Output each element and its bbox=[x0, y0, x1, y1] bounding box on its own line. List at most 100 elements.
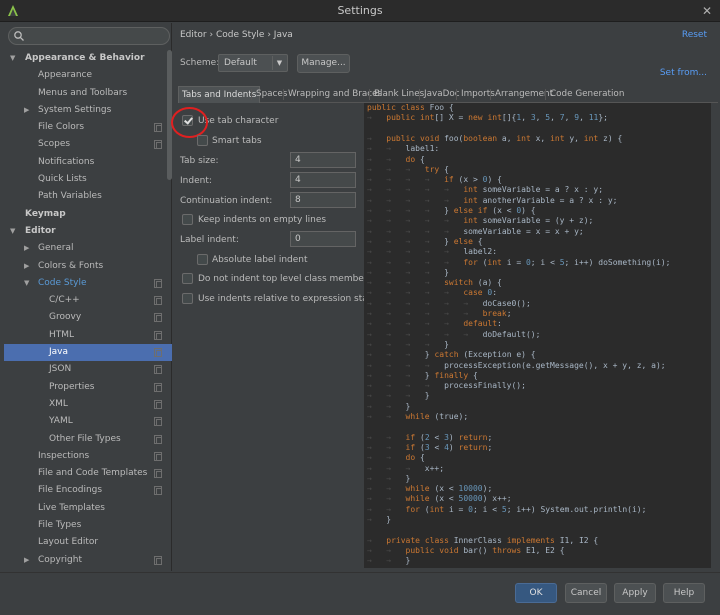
code-line: → → → → → int someVariable = (y + z); bbox=[367, 216, 594, 226]
sidebar-item[interactable]: Java bbox=[4, 344, 172, 362]
sidebar-item[interactable]: File Colors bbox=[4, 119, 172, 136]
sidebar-item[interactable]: Keymap bbox=[4, 206, 172, 223]
sidebar-item[interactable]: Quick Lists bbox=[4, 171, 172, 188]
sidebar-item[interactable]: Menus and Toolbars bbox=[4, 85, 172, 102]
sidebar-item[interactable]: ▶ Copyright bbox=[4, 552, 172, 569]
project-scope-icon bbox=[154, 348, 162, 358]
no-indent-top-level-checkbox[interactable] bbox=[182, 273, 193, 284]
expand-arrow-icon[interactable]: ▼ bbox=[24, 275, 32, 292]
sidebar-item[interactable]: ▼ Code Style bbox=[4, 275, 172, 292]
sidebar-item-label: Java bbox=[49, 347, 69, 358]
code-line: → → → → → label2: bbox=[367, 247, 498, 257]
sidebar-item[interactable]: Groovy bbox=[4, 309, 172, 326]
collapse-arrow-icon[interactable]: ▶ bbox=[24, 240, 32, 257]
continuation-indent-label: Continuation indent: bbox=[180, 196, 273, 206]
close-icon[interactable]: ✕ bbox=[699, 3, 715, 19]
code-line: → → → → if (x > 0) { bbox=[367, 175, 502, 185]
project-scope-icon bbox=[154, 296, 162, 306]
cancel-button[interactable]: Cancel bbox=[565, 583, 607, 603]
indents-relative-checkbox[interactable] bbox=[182, 293, 193, 304]
indents-relative-label: Use indents relative to expression start bbox=[198, 294, 375, 304]
search-input[interactable] bbox=[8, 27, 170, 45]
project-scope-icon bbox=[154, 123, 162, 133]
sidebar-item[interactable]: Layout Editor bbox=[4, 534, 172, 551]
code-line: → → → → processException(e.getMessage(),… bbox=[367, 360, 666, 370]
expand-arrow-icon[interactable]: ▼ bbox=[10, 223, 18, 240]
tab-size-field[interactable]: 4 bbox=[290, 152, 356, 168]
sidebar-item[interactable]: Scopes bbox=[4, 136, 172, 153]
sidebar-item-label: Quick Lists bbox=[38, 174, 87, 185]
label-indent-label: Label indent: bbox=[180, 235, 239, 245]
sidebar-item-label: C/C++ bbox=[49, 295, 80, 306]
sidebar-scrollbar[interactable] bbox=[167, 50, 172, 180]
sidebar-item[interactable]: Notifications bbox=[4, 154, 172, 171]
code-line: → → → → → case 0: bbox=[367, 288, 498, 298]
window-title: Settings bbox=[337, 4, 383, 17]
project-scope-icon bbox=[154, 555, 162, 565]
sidebar-item-label: Live Templates bbox=[38, 502, 105, 513]
label-indent-field[interactable]: 0 bbox=[290, 231, 356, 247]
sidebar-item[interactable]: File Types bbox=[4, 517, 172, 534]
sidebar-item[interactable]: ▶ General bbox=[4, 240, 172, 257]
code-line: public class Foo { bbox=[367, 103, 454, 112]
code-line: → → → → } bbox=[367, 267, 449, 277]
sidebar-item-label: Groovy bbox=[49, 312, 82, 323]
project-scope-icon bbox=[154, 382, 162, 392]
keep-indents-label: Keep indents on empty lines bbox=[198, 215, 327, 225]
code-line: → → → → → for (int i = 0; i < 5; i++) do… bbox=[367, 257, 671, 267]
sidebar-item[interactable]: ▼ Appearance & Behavior bbox=[4, 50, 172, 67]
set-from-link[interactable]: Set from... bbox=[660, 68, 707, 78]
code-line: → → } bbox=[367, 473, 411, 483]
continuation-indent-field[interactable]: 8 bbox=[290, 192, 356, 208]
scheme-dropdown[interactable]: Default ▼ bbox=[218, 54, 288, 72]
sidebar-item[interactable]: Live Templates bbox=[4, 500, 172, 517]
tab[interactable]: Tabs and Indents bbox=[178, 86, 261, 103]
code-line: → private class InnerClass implements I1… bbox=[367, 535, 599, 545]
code-line: → → → → switch (a) { bbox=[367, 278, 502, 288]
project-scope-icon bbox=[154, 434, 162, 444]
help-button[interactable]: Help bbox=[663, 583, 705, 603]
smart-tabs-label: Smart tabs bbox=[212, 136, 262, 146]
sidebar-item[interactable]: File and Code Templates bbox=[4, 465, 172, 482]
collapse-arrow-icon[interactable]: ▶ bbox=[24, 552, 32, 569]
sidebar-item-label: Colors & Fonts bbox=[38, 260, 104, 271]
sidebar-item[interactable]: HTML bbox=[4, 327, 172, 344]
sidebar-item[interactable]: ▶ System Settings bbox=[4, 102, 172, 119]
tab[interactable]: Code Generation bbox=[547, 86, 627, 103]
apply-button[interactable]: Apply bbox=[614, 583, 656, 603]
scheme-label: Scheme: bbox=[180, 58, 220, 68]
indent-field[interactable]: 4 bbox=[290, 172, 356, 188]
sidebar-item[interactable]: Properties bbox=[4, 379, 172, 396]
sidebar-item[interactable]: Appearance bbox=[4, 67, 172, 84]
sidebar-item[interactable]: Other File Types bbox=[4, 431, 172, 448]
sidebar-item[interactable]: JSON bbox=[4, 361, 172, 378]
expand-arrow-icon[interactable]: ▼ bbox=[10, 50, 18, 67]
code-line: → → do { bbox=[367, 453, 425, 463]
manage-button[interactable]: Manage... bbox=[297, 54, 350, 73]
sidebar-item[interactable]: ▼ Editor bbox=[4, 223, 172, 240]
reset-link[interactable]: Reset bbox=[682, 30, 707, 40]
sidebar-item[interactable]: ▶ Colors & Fonts bbox=[4, 258, 172, 275]
ok-button[interactable]: OK bbox=[515, 583, 557, 603]
collapse-arrow-icon[interactable]: ▶ bbox=[24, 102, 32, 119]
code-preview: public class Foo {→ public int[] X = new… bbox=[364, 103, 711, 568]
keep-indents-checkbox[interactable] bbox=[182, 214, 193, 225]
sidebar-item[interactable]: XML bbox=[4, 396, 172, 413]
chevron-down-icon: ▼ bbox=[272, 56, 286, 70]
sidebar-item-label: General bbox=[38, 243, 74, 254]
sidebar-item[interactable]: Path Variables bbox=[4, 188, 172, 205]
code-line: → → → } bbox=[367, 391, 430, 401]
sidebar-item[interactable]: File Encodings bbox=[4, 482, 172, 499]
collapse-arrow-icon[interactable]: ▶ bbox=[24, 258, 32, 275]
code-line: → → → x++; bbox=[367, 463, 445, 473]
absolute-label-indent-checkbox[interactable] bbox=[197, 254, 208, 265]
smart-tabs-checkbox[interactable] bbox=[197, 135, 208, 146]
sidebar-item-label: Properties bbox=[49, 381, 95, 392]
sidebar-item[interactable]: C/C++ bbox=[4, 292, 172, 309]
sidebar-item-label: XML bbox=[49, 398, 68, 409]
tab-separator bbox=[419, 89, 420, 100]
sidebar-item[interactable]: Inspections bbox=[4, 448, 172, 465]
tab-separator bbox=[369, 89, 370, 100]
sidebar-item[interactable]: YAML bbox=[4, 413, 172, 430]
code-line: → → → → } else { bbox=[367, 236, 483, 246]
